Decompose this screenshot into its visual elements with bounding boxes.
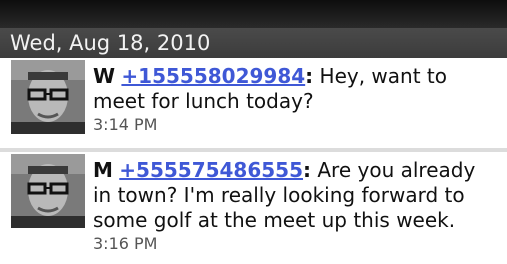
sender-name: M [93,158,113,182]
sender-name: W [93,64,116,88]
contact-photo-avatar[interactable] [11,60,85,134]
message-item[interactable]: W +155558029984: Hey, want to meet for l… [0,58,507,148]
message-time: 3:14 PM [93,115,158,134]
phone-number-link[interactable]: +155558029984 [121,64,305,88]
message-item[interactable]: M +555575486555: Are you already in town… [0,152,507,264]
phone-number-link[interactable]: +555575486555 [119,158,303,182]
date-header: Wed, Aug 18, 2010 [0,28,507,58]
top-bar [0,0,507,28]
contact-photo-avatar[interactable] [11,154,85,228]
message-time: 3:16 PM [93,234,158,253]
message-text-block: M +555575486555: Are you already in town… [93,158,497,255]
message-text-block: W +155558029984: Hey, want to meet for l… [93,64,497,136]
